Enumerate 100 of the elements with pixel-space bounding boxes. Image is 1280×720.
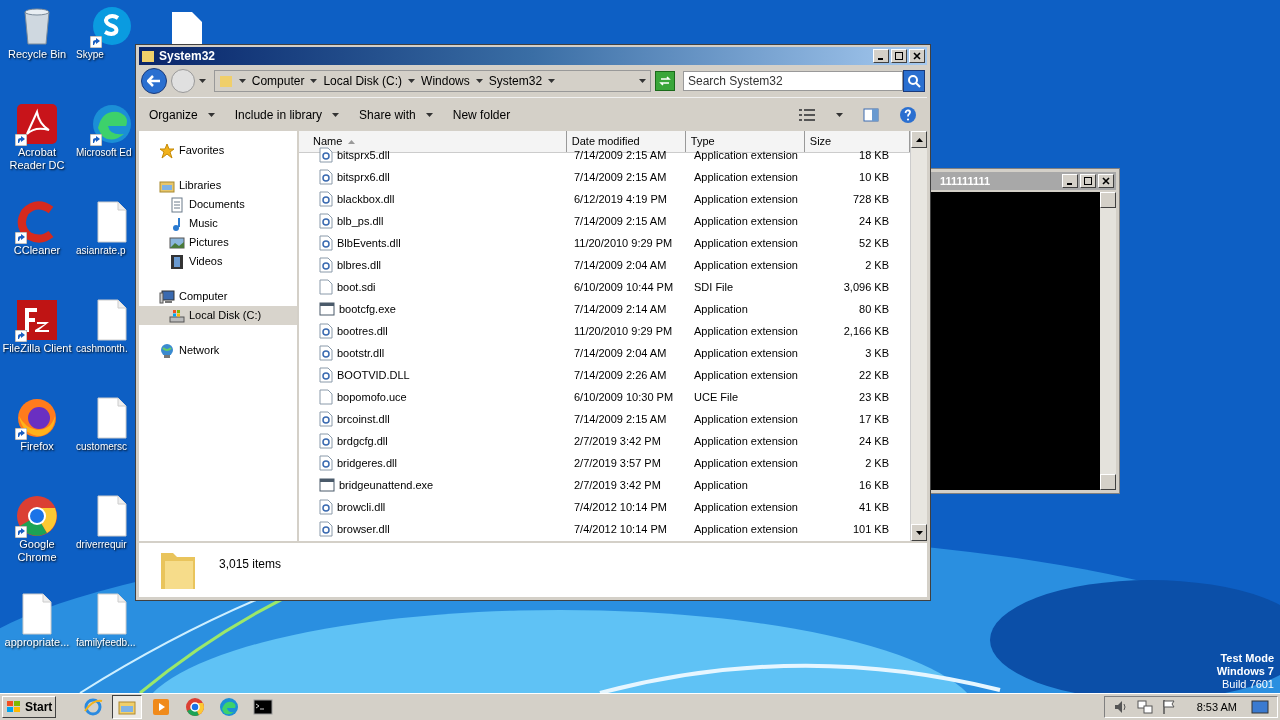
close-button[interactable] bbox=[909, 49, 925, 63]
nav-item[interactable]: Pictures bbox=[139, 233, 297, 252]
size-cell-text: 41 KB bbox=[858, 499, 889, 515]
help-icon[interactable] bbox=[899, 105, 917, 124]
file-row[interactable]: browcli.dll 7/4/2012 10:14 PM Application extension 41 KB bbox=[299, 496, 910, 518]
close-icon bbox=[1102, 177, 1110, 185]
file-row[interactable]: BOOTVID.DLL 7/14/2009 2:26 AM Application extension 22 KB bbox=[299, 364, 910, 386]
file-name: bitsprx6.dll bbox=[337, 169, 390, 185]
scroll-up-icon[interactable] bbox=[915, 137, 923, 142]
type-cell-text: Application extension bbox=[693, 191, 799, 207]
edge-icon bbox=[90, 102, 134, 146]
chrome-icon bbox=[185, 697, 206, 717]
date-cell-text: 6/12/2019 4:19 PM bbox=[573, 191, 668, 207]
desktop-icon-label[interactable]: Google Chrome bbox=[2, 538, 72, 564]
date-cell-text: 2/7/2019 3:42 PM bbox=[573, 433, 662, 449]
date-cell-text: 7/14/2009 2:15 AM bbox=[573, 213, 668, 229]
file-row[interactable]: BlbEvents.dll 11/20/2010 9:29 PM Application extension 52 KB bbox=[299, 232, 910, 254]
maximize-button[interactable] bbox=[891, 49, 907, 63]
desktop-icon-label[interactable]: Skype bbox=[75, 48, 104, 61]
file-row[interactable]: blb_ps.dll 7/14/2009 2:15 AM Application extension 24 KB bbox=[299, 210, 910, 232]
nav-item[interactable]: Computer bbox=[139, 287, 297, 306]
type-cell-text: Application bbox=[693, 477, 749, 493]
maximize-button[interactable] bbox=[1080, 174, 1096, 188]
back-button[interactable] bbox=[141, 68, 167, 94]
desktop-icon-label[interactable]: Firefox bbox=[20, 440, 54, 453]
clock[interactable]: 8:53 AM bbox=[1196, 698, 1237, 716]
desktop-icon-label[interactable]: Microsoft Ed bbox=[75, 146, 132, 159]
taskbar-button[interactable] bbox=[112, 695, 143, 719]
nav-item[interactable]: Local Disk (C:) bbox=[139, 306, 297, 325]
minimize-button[interactable] bbox=[873, 49, 889, 63]
file-name: brcoinst.dll bbox=[337, 411, 390, 427]
file-row[interactable]: bootcfg.exe 7/14/2009 2:14 AM Application 80 KB bbox=[299, 298, 910, 320]
address-bar[interactable]: Computer Local Disk (C:) Windows System32 bbox=[213, 70, 652, 92]
file-row[interactable]: brcoinst.dll 7/14/2009 2:15 AM Application extension 17 KB bbox=[299, 408, 910, 430]
minimize-button[interactable] bbox=[1062, 174, 1078, 188]
search-button[interactable] bbox=[903, 70, 925, 92]
desktop-icon-label[interactable]: driverrequir bbox=[75, 538, 127, 551]
size-cell-text: 22 KB bbox=[858, 367, 889, 383]
desktop-icon-label[interactable]: Recycle Bin bbox=[7, 48, 67, 61]
view-options-icon[interactable] bbox=[798, 107, 816, 122]
file-name: browcli.dll bbox=[337, 499, 386, 515]
desktop-icon-label[interactable]: CCleaner bbox=[13, 244, 61, 257]
toolbar-button[interactable]: Organize bbox=[149, 105, 215, 124]
size-cell-text: 10 KB bbox=[858, 169, 889, 185]
file-row[interactable]: bridgeunattend.exe 2/7/2019 3:42 PM Application 16 KB bbox=[299, 474, 910, 496]
os-info-text: Test Mode bbox=[1220, 652, 1274, 665]
file-row[interactable]: brdgcfg.dll 2/7/2019 3:42 PM Application extension 24 KB bbox=[299, 430, 910, 452]
desktop-icon-label[interactable]: customersc bbox=[75, 440, 128, 453]
nav-item[interactable]: Videos bbox=[139, 252, 297, 271]
desktop-icon-label[interactable]: Acrobat Reader DC bbox=[2, 146, 72, 172]
nav-item[interactable]: Documents bbox=[139, 195, 297, 214]
file-row[interactable]: blackbox.dll 6/12/2019 4:19 PM Application extension 728 KB bbox=[299, 188, 910, 210]
date-cell-text: 7/14/2009 2:14 AM bbox=[573, 301, 668, 317]
flag-icon[interactable] bbox=[1160, 699, 1177, 715]
file-row[interactable]: bridgeres.dll 2/7/2019 3:57 PM Application extension 2 KB bbox=[299, 452, 910, 474]
network-icon[interactable] bbox=[1136, 699, 1153, 715]
file-row[interactable]: bitsprx6.dll 7/14/2009 2:15 AM Application extension 10 KB bbox=[299, 166, 910, 188]
refresh-button[interactable] bbox=[655, 71, 675, 91]
search-field[interactable]: Search System32 bbox=[683, 71, 903, 91]
breadcrumb-item[interactable]: Computer bbox=[251, 72, 305, 90]
breadcrumb-item[interactable]: System32 bbox=[488, 72, 543, 90]
type-cell-text: Application extension bbox=[693, 235, 799, 251]
date-cell-text: 7/14/2009 2:04 AM bbox=[573, 257, 668, 273]
scrollbar[interactable] bbox=[1100, 192, 1116, 490]
column-header[interactable]: Type bbox=[685, 131, 805, 152]
nav-item[interactable]: Libraries bbox=[139, 176, 297, 195]
size-cell-text: 52 KB bbox=[858, 235, 889, 251]
speaker-icon[interactable] bbox=[1112, 699, 1129, 715]
nav-item[interactable]: Favorites bbox=[139, 141, 297, 160]
type-cell-text: Application extension bbox=[693, 323, 799, 339]
desktop-icon-label[interactable]: cashmonth. bbox=[75, 342, 128, 355]
size-cell-text: 3,096 KB bbox=[842, 279, 889, 295]
desktop-icon-label[interactable]: FileZilla Client bbox=[2, 342, 72, 355]
file-row[interactable]: bootstr.dll 7/14/2009 2:04 AM Application extension 3 KB bbox=[299, 342, 910, 364]
type-cell-text: Application extension bbox=[693, 521, 799, 537]
nav-item[interactable]: Network bbox=[139, 341, 297, 360]
preview-pane-icon[interactable] bbox=[863, 107, 879, 122]
nav-item[interactable]: Music bbox=[139, 214, 297, 233]
file-row[interactable]: bootres.dll 11/20/2010 9:29 PM Application extension 2,166 KB bbox=[299, 320, 910, 342]
window-title: System32 bbox=[159, 48, 216, 65]
file-name: blb_ps.dll bbox=[337, 213, 384, 229]
file-row[interactable]: browser.dll 7/4/2012 10:14 PM Application extension 101 KB bbox=[299, 518, 910, 540]
toolbar-button[interactable]: Share with bbox=[359, 105, 433, 124]
desktop-icon-label[interactable]: asianrate.p bbox=[75, 244, 126, 257]
filezilla-icon bbox=[15, 298, 59, 342]
scroll-down-icon[interactable] bbox=[915, 530, 923, 535]
toolbar-button[interactable]: New folder bbox=[452, 105, 511, 124]
file-row[interactable]: boot.sdi 6/10/2009 10:44 PM SDI File 3,096 KB bbox=[299, 276, 910, 298]
breadcrumb-item[interactable]: Windows bbox=[421, 72, 470, 90]
file-name: boot.sdi bbox=[337, 279, 376, 295]
file-row[interactable]: blbres.dll 7/14/2009 2:04 AM Application extension 2 KB bbox=[299, 254, 910, 276]
gear-file-icon bbox=[319, 235, 333, 251]
start-button[interactable]: Start bbox=[2, 696, 57, 718]
scrollbar[interactable] bbox=[910, 131, 927, 541]
date-cell-text: 11/20/2010 9:29 PM bbox=[573, 323, 674, 339]
toolbar-button[interactable]: Include in library bbox=[234, 105, 340, 124]
file-row[interactable]: bopomofo.uce 6/10/2009 10:30 PM UCE File 23 KB bbox=[299, 386, 910, 408]
breadcrumb-item[interactable]: Local Disk (C:) bbox=[323, 72, 403, 90]
close-button[interactable] bbox=[1098, 174, 1114, 188]
column-header[interactable]: Date modified bbox=[566, 131, 686, 152]
